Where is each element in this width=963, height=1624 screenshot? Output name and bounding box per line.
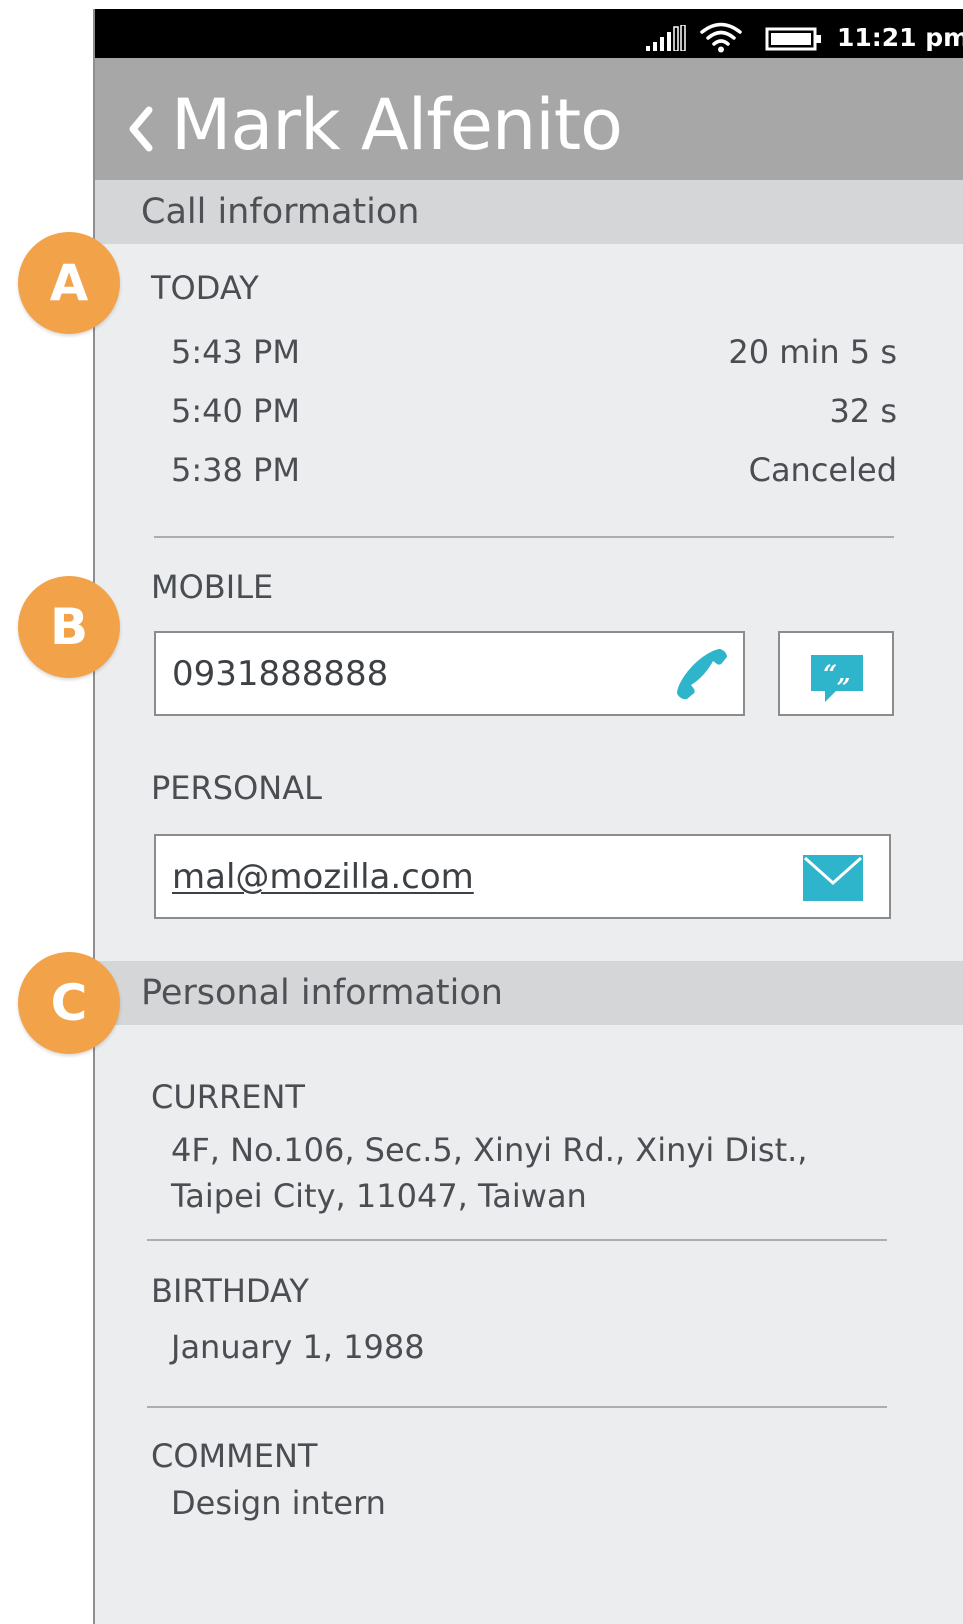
call-time: 5:38 PM bbox=[171, 451, 300, 489]
comment-value: Design intern bbox=[171, 1484, 386, 1522]
chevron-left-icon[interactable] bbox=[125, 104, 157, 154]
call-status: Canceled bbox=[748, 451, 897, 489]
header-bar: Mark Alfenito bbox=[95, 58, 963, 180]
mobile-number-field[interactable]: 0931888888 bbox=[154, 631, 745, 716]
svg-text:“„: “„ bbox=[823, 659, 851, 688]
page-title: Mark Alfenito bbox=[171, 84, 623, 166]
birthday-value: January 1, 1988 bbox=[171, 1328, 425, 1366]
section-title: Call information bbox=[141, 192, 420, 232]
battery-icon bbox=[765, 27, 821, 51]
call-day-label: TODAY bbox=[151, 269, 259, 307]
mail-icon[interactable] bbox=[803, 855, 863, 901]
birthday-label: BIRTHDAY bbox=[151, 1272, 309, 1310]
divider bbox=[154, 536, 894, 538]
mobile-label: MOBILE bbox=[151, 568, 274, 606]
call-duration: 20 min 5 s bbox=[728, 333, 897, 371]
callout-letter: B bbox=[49, 598, 89, 656]
call-time: 5:40 PM bbox=[171, 392, 300, 430]
status-time: 11:21 pm bbox=[837, 23, 963, 52]
status-bar: 11:21 pm bbox=[95, 9, 963, 58]
sms-icon: “„ bbox=[811, 655, 863, 702]
callout-letter: A bbox=[49, 254, 89, 312]
address-line: Taipei City, 11047, Taiwan bbox=[171, 1177, 587, 1215]
section-header-call-information: Call information bbox=[95, 180, 963, 244]
mobile-number: 0931888888 bbox=[172, 654, 389, 694]
phone-screen: 11:21 pm Mark Alfenito Call information … bbox=[95, 9, 963, 1624]
wifi-icon bbox=[700, 22, 742, 53]
callout-badge-c: C bbox=[18, 952, 120, 1054]
callout-letter: C bbox=[50, 974, 88, 1032]
send-message-button[interactable]: “„ bbox=[778, 631, 894, 716]
phone-icon[interactable] bbox=[675, 647, 729, 701]
divider bbox=[147, 1239, 887, 1241]
section-title: Personal information bbox=[141, 973, 503, 1013]
callout-badge-b: B bbox=[18, 576, 120, 678]
address-line: 4F, No.106, Sec.5, Xinyi Rd., Xinyi Dist… bbox=[171, 1131, 808, 1169]
call-duration: 32 s bbox=[829, 392, 897, 430]
signal-icon bbox=[646, 25, 686, 51]
divider bbox=[147, 1406, 887, 1408]
email-link[interactable]: mal@mozilla.com bbox=[172, 855, 474, 899]
section-header-personal-information: Personal information bbox=[95, 961, 963, 1025]
callout-badge-a: A bbox=[18, 232, 120, 334]
call-time: 5:43 PM bbox=[171, 333, 300, 371]
comment-label: COMMENT bbox=[151, 1437, 318, 1475]
personal-email-label: PERSONAL bbox=[151, 769, 322, 807]
email-field[interactable]: mal@mozilla.com bbox=[154, 834, 891, 919]
current-address-label: CURRENT bbox=[151, 1078, 305, 1116]
